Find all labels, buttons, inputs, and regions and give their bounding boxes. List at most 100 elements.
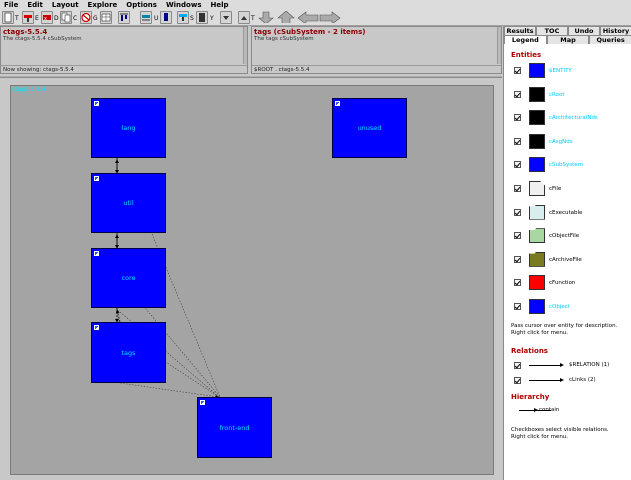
- left-panel-scrollbar[interactable]: [243, 27, 247, 64]
- node-label: front-end: [219, 423, 250, 432]
- entity-row[interactable]: cRoot: [511, 85, 626, 105]
- node-util[interactable]: util: [91, 173, 166, 233]
- right-panel-subtitle: The tags cSubSystem: [254, 36, 314, 42]
- node-core[interactable]: core: [91, 248, 166, 308]
- entity-checkbox[interactable]: [514, 67, 521, 74]
- menu-options[interactable]: Options: [122, 0, 162, 10]
- entity-checkbox[interactable]: [514, 255, 521, 263]
- hierarchy-label: contain: [539, 407, 560, 413]
- entities-title: Entities: [511, 51, 542, 59]
- left-panel-separator: [1, 65, 247, 66]
- tab-undo[interactable]: Undo: [568, 26, 600, 35]
- no-entry-icon[interactable]: [80, 11, 92, 24]
- entity-row[interactable]: cObjectFile: [511, 226, 626, 246]
- delete-icon[interactable]: x: [41, 11, 53, 24]
- entity-row[interactable]: $ENTITY: [511, 61, 626, 81]
- triangle-down-icon[interactable]: [220, 11, 232, 24]
- entity-row[interactable]: cAsgNds: [511, 132, 626, 152]
- entity-row[interactable]: cArchitecturalNds: [511, 108, 626, 128]
- relation-row[interactable]: cLinks (2): [511, 374, 626, 386]
- tab-toc[interactable]: TOC: [536, 26, 568, 35]
- expand-icon[interactable]: [94, 251, 99, 256]
- size-icon[interactable]: [196, 11, 208, 24]
- node-tags[interactable]: tags: [91, 322, 166, 383]
- tab-map[interactable]: Map: [546, 35, 590, 44]
- entity-row[interactable]: cSubSystem: [511, 155, 626, 175]
- relation-checkbox[interactable]: [514, 377, 521, 384]
- entity-row[interactable]: cFile: [511, 179, 626, 199]
- align-bottom-icon[interactable]: [160, 11, 172, 24]
- right-panel-title: tags (cSubSystem - 2 items): [254, 28, 366, 36]
- tab-history[interactable]: History: [600, 26, 631, 35]
- canvas-label: ctags-5.5.4: [12, 86, 46, 93]
- entity-checkbox[interactable]: [514, 303, 521, 310]
- expand-icon[interactable]: [94, 176, 99, 181]
- toolbar-letter-y: Y: [210, 15, 214, 22]
- menu-explore[interactable]: Explore: [84, 0, 123, 10]
- right-panel-footer: $ROOT . ctags-5.5.4: [254, 67, 310, 73]
- node-label: lang: [121, 124, 136, 132]
- align-middle-icon[interactable]: [140, 11, 152, 24]
- entity-swatch: [529, 251, 545, 267]
- relation-checkbox[interactable]: [514, 362, 521, 369]
- entity-checkbox[interactable]: [514, 185, 521, 192]
- relations-hint-line: Checkboxes select visible relations.: [511, 427, 609, 433]
- entity-checkbox[interactable]: [514, 279, 521, 287]
- relation-line: [529, 365, 561, 366]
- sidebar: Results TOC Undo History Legend Map Quer…: [503, 26, 631, 480]
- hierarchy-row[interactable]: contain: [511, 404, 626, 416]
- right-info-panel: tags (cSubSystem - 2 items) The tags cSu…: [251, 26, 502, 74]
- expand-icon[interactable]: [335, 101, 340, 106]
- tab-legend[interactable]: Legend: [504, 35, 547, 44]
- left-panel-footer: Now showing: ctags-5.5.4: [3, 67, 74, 73]
- entity-label: cAsgNds: [549, 138, 573, 145]
- entity-checkbox[interactable]: [514, 114, 521, 122]
- expand-icon[interactable]: [94, 101, 99, 106]
- node-front-end[interactable]: front-end: [197, 397, 272, 458]
- menu-layout[interactable]: Layout: [48, 0, 84, 10]
- menu-help[interactable]: Help: [207, 0, 234, 10]
- expand-icon[interactable]: [200, 400, 205, 405]
- tab-queries[interactable]: Queries: [589, 35, 631, 44]
- align-top-icon[interactable]: [118, 11, 130, 24]
- entity-checkbox[interactable]: [514, 208, 521, 216]
- hierarchy-title: Hierarchy: [511, 393, 550, 401]
- entity-row[interactable]: cExecutable: [511, 203, 626, 223]
- arrow-icon: [534, 408, 538, 412]
- entity-row[interactable]: cFunction: [511, 273, 626, 293]
- node-lang[interactable]: lang: [91, 98, 166, 158]
- tab-row-bottom: Legend Map Queries: [504, 35, 631, 44]
- toolbar-letter-c: C: [73, 15, 78, 22]
- new-icon[interactable]: [2, 11, 14, 24]
- entities-hint-line: Right click for menu.: [511, 330, 569, 336]
- triangle-up-icon[interactable]: [238, 11, 250, 24]
- edge-red-icon[interactable]: [22, 11, 34, 24]
- entity-checkbox[interactable]: [514, 232, 521, 240]
- entity-checkbox[interactable]: [514, 137, 521, 145]
- tooltip-icon[interactable]: [177, 11, 189, 24]
- right-panel-separator: [252, 65, 501, 66]
- entity-swatch: [529, 181, 545, 196]
- entity-row[interactable]: cObject: [511, 297, 626, 317]
- entities-hint: Pass cursor over entity for description.…: [511, 323, 617, 337]
- toolbar: T E x D C G U S Y T: [0, 10, 631, 26]
- entity-checkbox[interactable]: [514, 161, 521, 169]
- menu-windows[interactable]: Windows: [162, 0, 207, 10]
- node-unused[interactable]: unused: [332, 98, 407, 158]
- entity-swatch: [529, 86, 545, 102]
- menu-edit[interactable]: Edit: [23, 0, 48, 10]
- entity-row[interactable]: cArchiveFile: [511, 250, 626, 270]
- menu-file[interactable]: File: [0, 0, 23, 10]
- relation-row[interactable]: $RELATION (1): [511, 359, 626, 371]
- right-panel-scrollbar[interactable]: [497, 27, 501, 64]
- entity-checkbox[interactable]: [514, 90, 521, 98]
- tab-results[interactable]: Results: [504, 26, 536, 35]
- entity-swatch: [529, 299, 545, 314]
- toolbar-letter-g: G: [93, 15, 98, 22]
- grid-icon[interactable]: [100, 11, 112, 24]
- navigation-arrows-icon[interactable]: [258, 11, 346, 23]
- entity-label: cExecutable: [549, 209, 583, 216]
- copy-icon[interactable]: [60, 11, 72, 24]
- entity-label: cFunction: [549, 280, 576, 287]
- expand-icon[interactable]: [94, 325, 99, 330]
